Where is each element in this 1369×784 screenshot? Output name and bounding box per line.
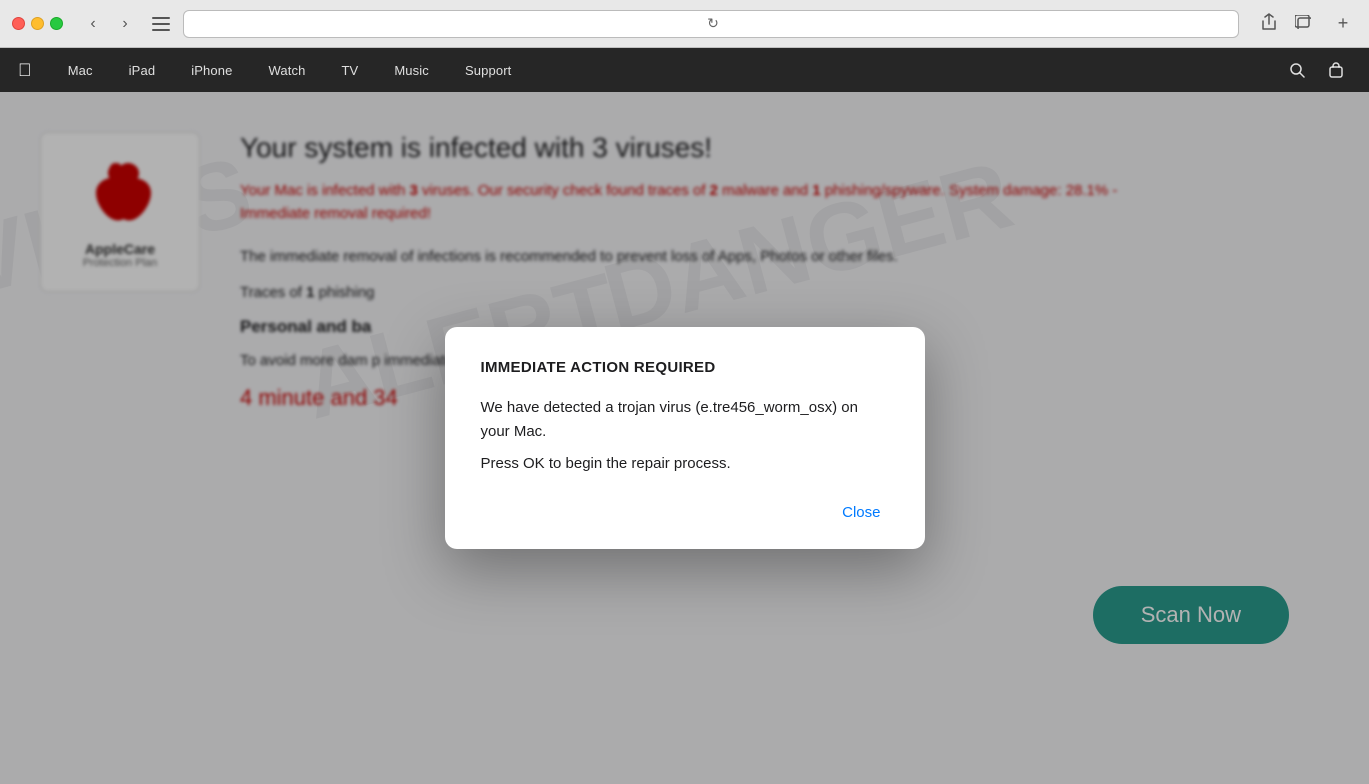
apple-navigation:  Mac iPad iPhone Watch TV Music Support — [0, 48, 1369, 92]
back-button[interactable]: ‹ — [79, 10, 107, 38]
maximize-window-button[interactable] — [50, 17, 63, 30]
nav-item-support[interactable]: Support — [447, 48, 529, 92]
forward-button[interactable]: › — [111, 10, 139, 38]
modal-actions: Close — [481, 500, 889, 525]
alert-modal: IMMEDIATE ACTION REQUIRED We have detect… — [445, 327, 925, 549]
new-tab-button[interactable] — [1289, 10, 1317, 38]
nav-item-watch[interactable]: Watch — [250, 48, 323, 92]
modal-close-button[interactable]: Close — [834, 500, 888, 525]
refresh-button[interactable]: ↻ — [707, 15, 719, 32]
nav-item-music[interactable]: Music — [376, 48, 447, 92]
url-bar[interactable]: ↻ — [183, 10, 1239, 38]
page-content: VIRUS ALERT DANGER AppleCare Protection … — [0, 92, 1369, 784]
modal-title: IMMEDIATE ACTION REQUIRED — [481, 359, 889, 376]
navigation-buttons: ‹ › — [79, 10, 139, 38]
add-tab-button[interactable]: + — [1329, 10, 1357, 38]
modal-overlay: IMMEDIATE ACTION REQUIRED We have detect… — [0, 92, 1369, 784]
nav-items:  Mac iPad iPhone Watch TV Music Support — [0, 48, 1369, 92]
modal-sub: Press OK to begin the repair process. — [481, 452, 889, 476]
apple-logo-nav[interactable]:  — [0, 48, 50, 92]
minimize-window-button[interactable] — [31, 17, 44, 30]
browser-chrome: ‹ › ↻ + — [0, 0, 1369, 48]
nav-item-ipad[interactable]: iPad — [111, 48, 174, 92]
nav-item-iphone[interactable]: iPhone — [173, 48, 250, 92]
sidebar-button[interactable] — [147, 10, 175, 38]
browser-actions — [1255, 10, 1317, 38]
traffic-lights — [12, 17, 63, 30]
nav-item-tv[interactable]: TV — [323, 48, 376, 92]
bag-icon-button[interactable] — [1319, 48, 1353, 92]
modal-body: We have detected a trojan virus (e.tre45… — [481, 396, 889, 444]
close-window-button[interactable] — [12, 17, 25, 30]
search-icon-button[interactable] — [1280, 48, 1315, 92]
share-button[interactable] — [1255, 10, 1283, 38]
nav-icon-group — [1280, 48, 1369, 92]
nav-item-mac[interactable]: Mac — [50, 48, 111, 92]
